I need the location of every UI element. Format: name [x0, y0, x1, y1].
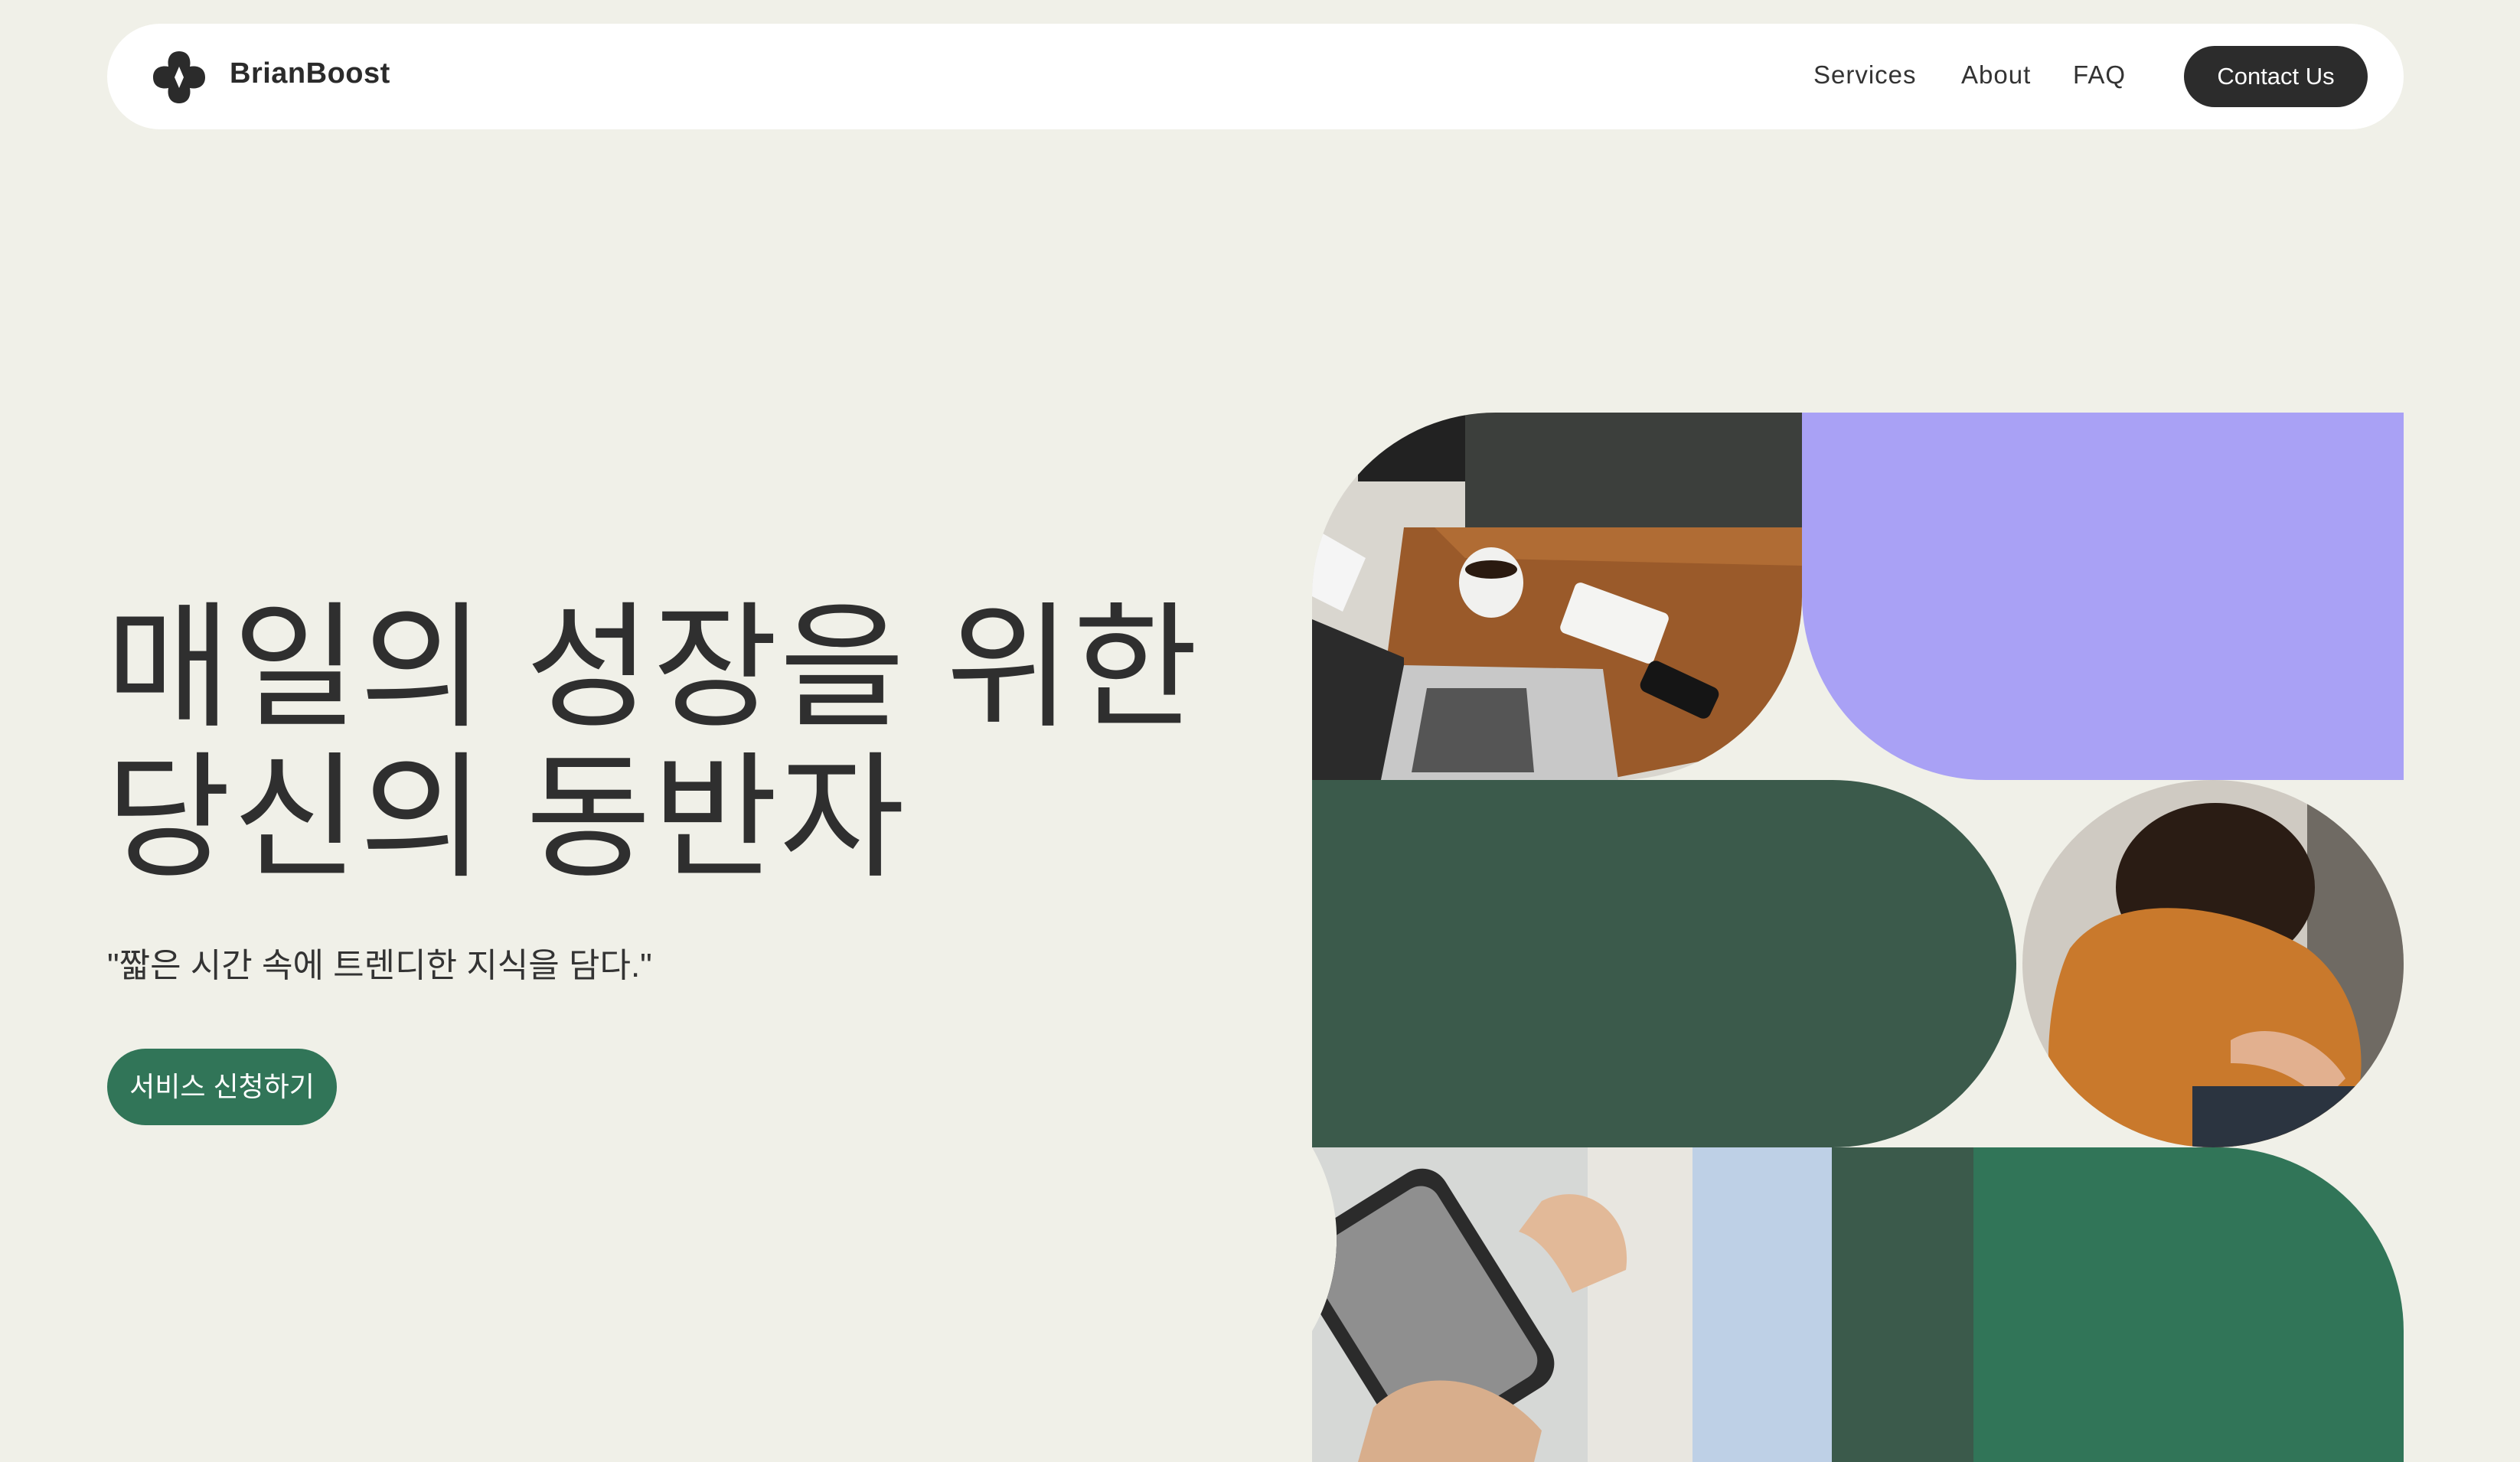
service-apply-button[interactable]: 서비스 신청하기: [107, 1049, 337, 1125]
person-orange-sweater-photo: [2022, 780, 2404, 1147]
top-navbar: BrianBoost Services About FAQ Contact Us: [107, 24, 2404, 129]
hero-subtitle: "짧은 시간 속에 트렌디한 지식을 담다.": [107, 947, 652, 984]
hand-smartphone-photo: [1312, 1147, 1693, 1462]
hero-collage: [1312, 413, 2404, 1462]
dark-green-shape: [1312, 780, 2016, 1147]
hero-title-line-1: 매일의 성장을 위한: [106, 592, 1200, 744]
light-blue-stripe: [1693, 1147, 1832, 1462]
desk-laptop-coffee-photo: [1312, 413, 1802, 780]
nav-link-faq[interactable]: FAQ: [2073, 60, 2126, 90]
brand-name[interactable]: BrianBoost: [230, 57, 390, 90]
lavender-shape: [1802, 413, 2404, 780]
green-shape: [1973, 1147, 2404, 1462]
nav-link-services[interactable]: Services: [1813, 60, 1917, 90]
hero-title-line-2: 당신의 동반자: [106, 742, 907, 894]
nav-link-about[interactable]: About: [1961, 60, 2031, 90]
contact-us-button[interactable]: Contact Us: [2184, 46, 2368, 107]
dark-green-stripe: [1832, 1147, 1973, 1462]
hero-title: 매일의 성장을 위한 당신의 동반자: [106, 593, 1254, 893]
brand-logo-icon[interactable]: [150, 48, 208, 106]
